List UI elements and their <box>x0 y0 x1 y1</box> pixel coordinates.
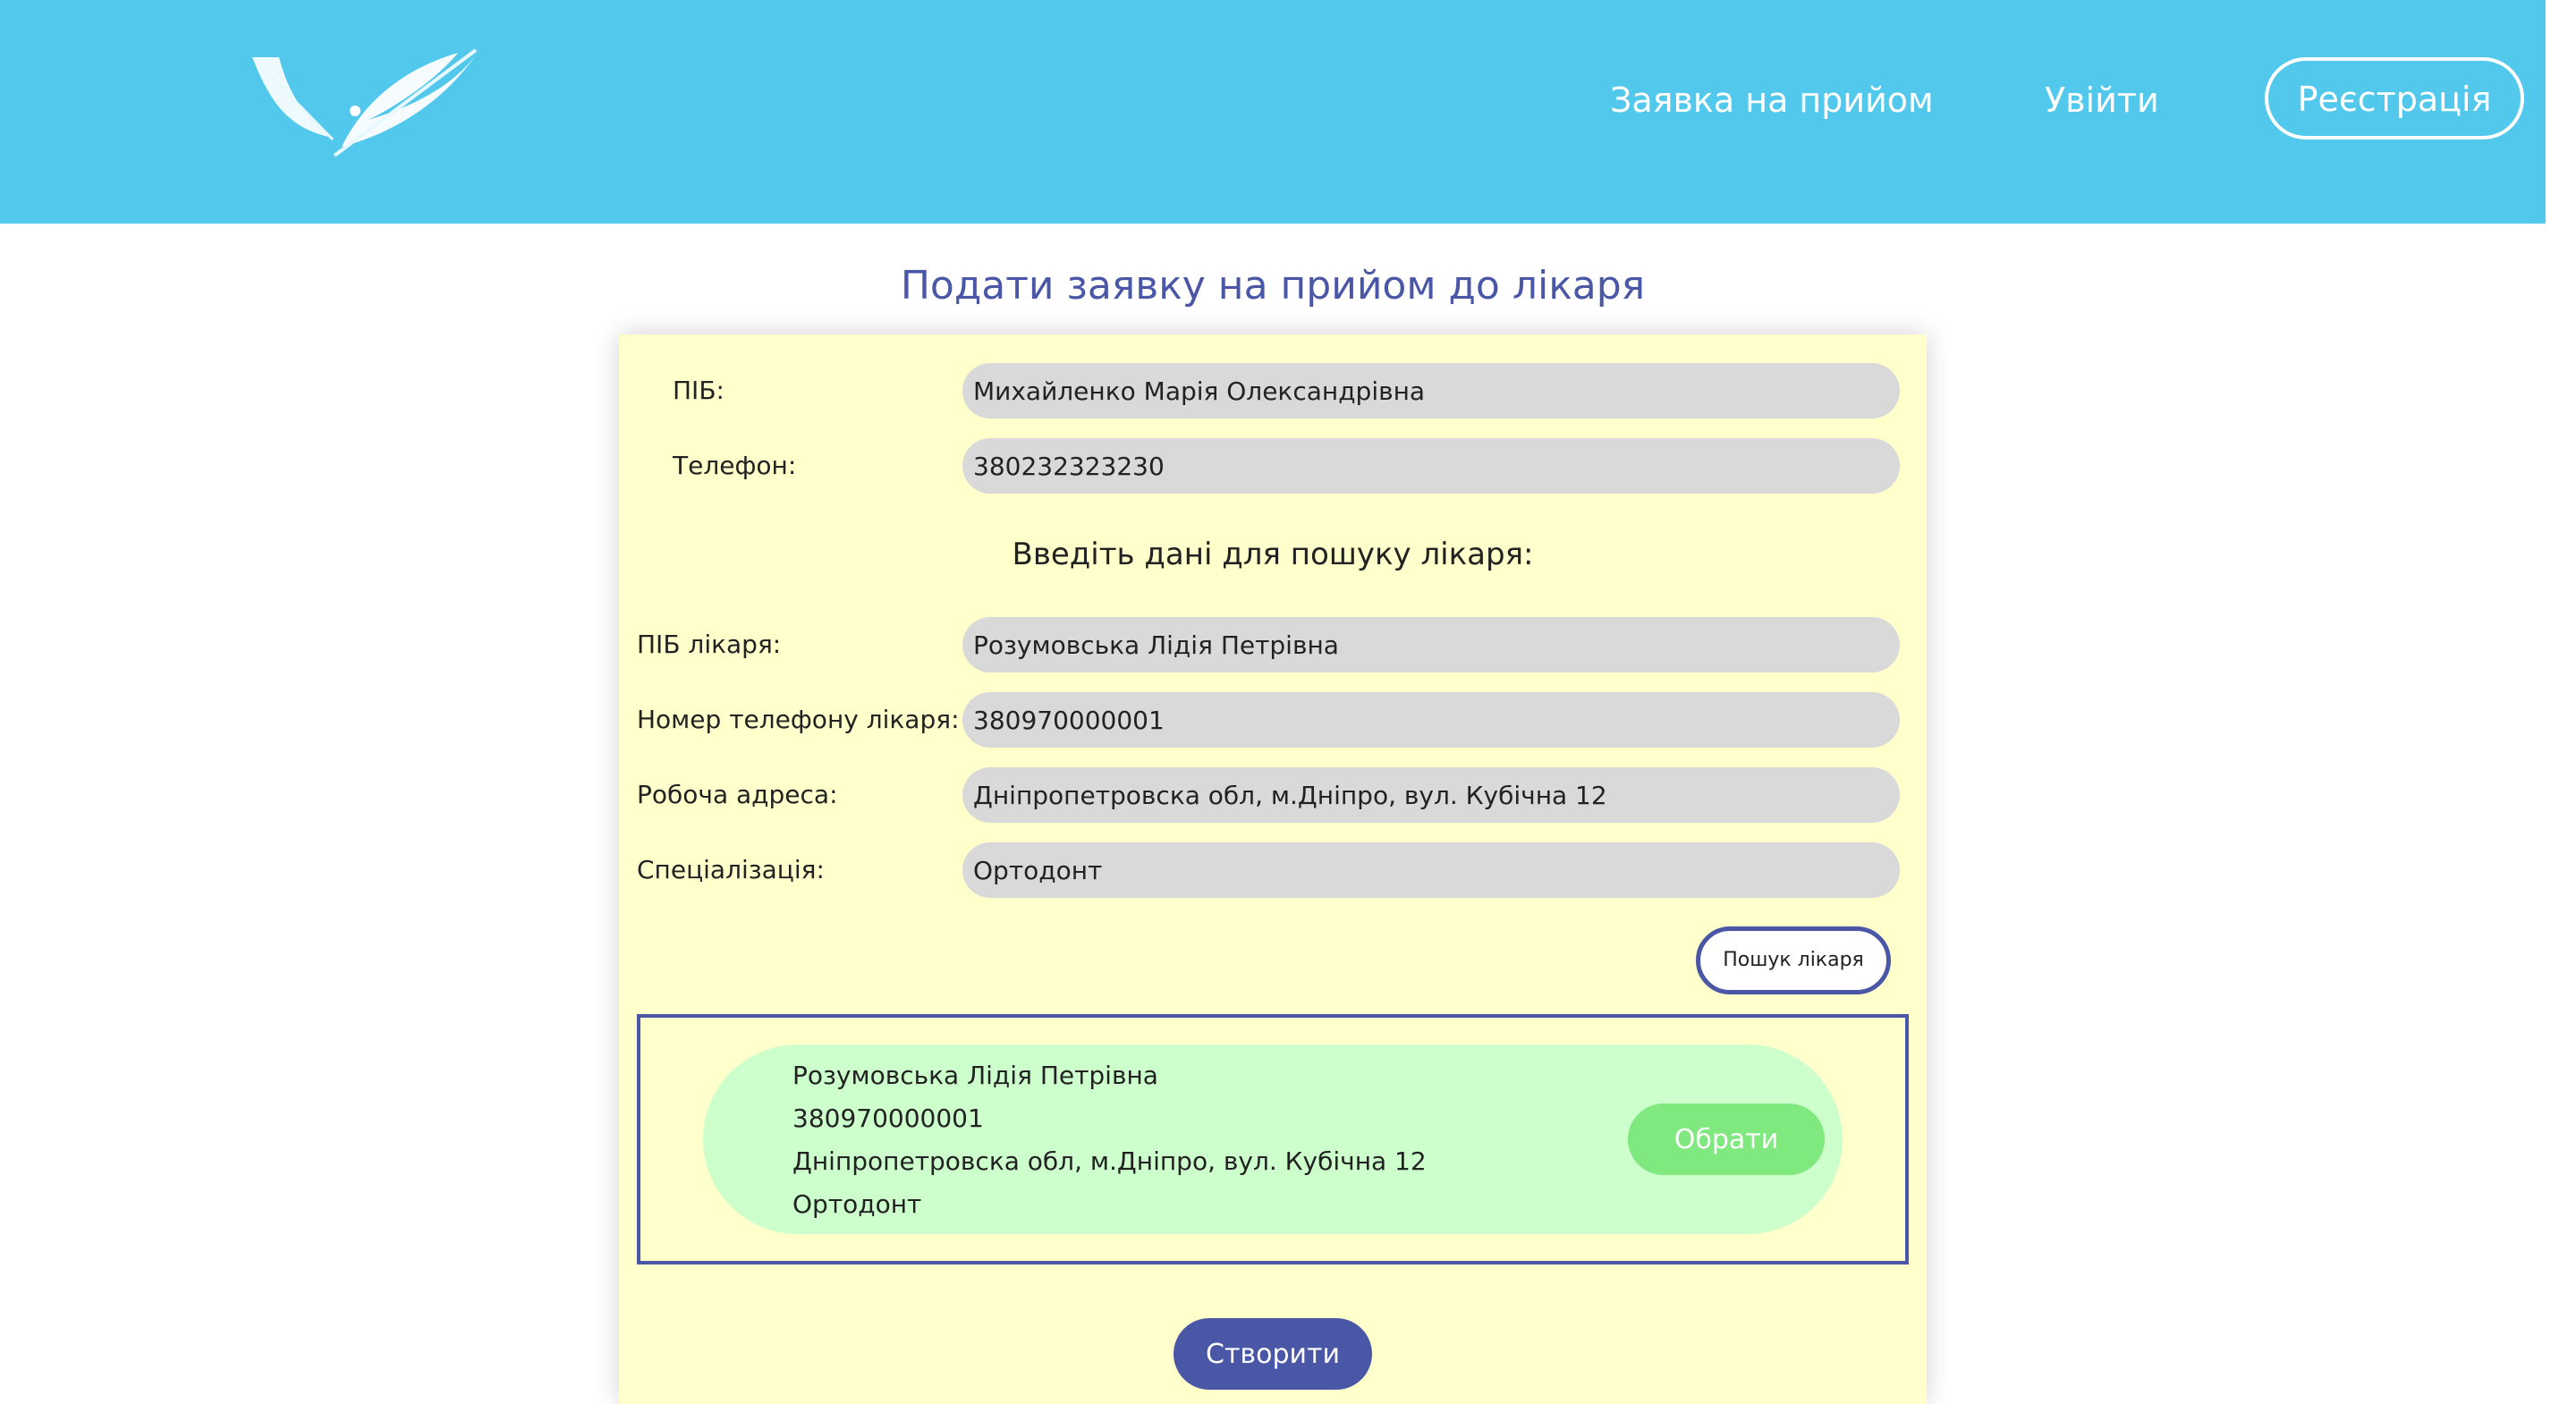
result-doctor-address: Дніпропетровска обл, м.Дніпро, вул. Кубі… <box>792 1146 1427 1176</box>
doctor-phone-label: Номер телефону лікаря: <box>637 705 960 734</box>
search-doctor-button[interactable]: Пошук лікаря <box>1696 926 1891 994</box>
specialization-label: Спеціалізація: <box>637 855 825 884</box>
work-address-label: Робоча адреса: <box>637 780 838 809</box>
patient-name-label: ПІБ: <box>673 376 724 405</box>
doctor-name-field[interactable] <box>962 617 1900 672</box>
result-doctor-phone: 380970000001 <box>792 1104 984 1133</box>
result-doctor-name: Розумовська Лідія Петрівна <box>792 1061 1158 1090</box>
register-button[interactable]: Реєстрація <box>2265 57 2524 140</box>
doctor-search-title: Введіть дані для пошуку лікаря: <box>1012 537 1534 572</box>
patient-phone-label: Телефон: <box>673 451 797 480</box>
doctor-phone-field[interactable] <box>962 692 1900 748</box>
work-address-field[interactable] <box>962 767 1900 823</box>
patient-phone-field[interactable] <box>962 438 1900 494</box>
page-title: Подати заявку на прийом до лікаря <box>900 263 1646 309</box>
doctor-name-label: ПІБ лікаря: <box>637 630 782 659</box>
feather-logo-icon[interactable] <box>234 30 503 165</box>
result-doctor-specialization: Ортодонт <box>792 1189 922 1219</box>
top-header: Заявка на прийом Увійти Реєстрація <box>0 0 2546 224</box>
create-appointment-button[interactable]: Створити <box>1174 1318 1372 1390</box>
choose-doctor-button[interactable]: Обрати <box>1628 1104 1825 1175</box>
nav-login-link[interactable]: Увійти <box>2045 75 2159 125</box>
patient-name-field[interactable] <box>962 363 1900 419</box>
specialization-field[interactable] <box>962 842 1900 898</box>
nav-appointment-request-link[interactable]: Заявка на прийом <box>1610 75 1934 125</box>
